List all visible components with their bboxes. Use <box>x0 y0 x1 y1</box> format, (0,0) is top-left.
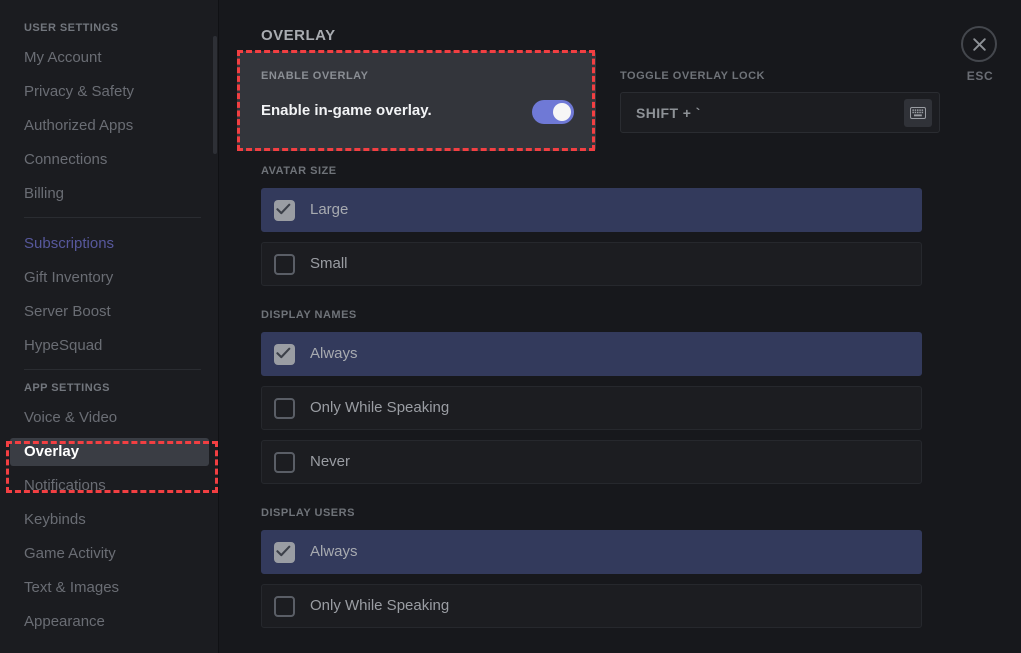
sidebar-item-connections[interactable]: Connections <box>10 146 209 174</box>
settings-sidebar: User Settings My Account Privacy & Safet… <box>0 0 219 653</box>
toggle-overlay-lock-field[interactable]: SHIFT + ` <box>620 92 940 133</box>
checkbox-unchecked-icon[interactable] <box>274 398 295 419</box>
option-avatar-size-small[interactable]: Small <box>261 242 922 286</box>
checkbox-checked-icon[interactable] <box>274 344 295 365</box>
sidebar-item-billing[interactable]: Billing <box>10 180 209 208</box>
enable-overlay-card: Enable Overlay Enable in-game overlay. <box>237 51 596 151</box>
sidebar-item-label: Game Activity <box>24 545 116 562</box>
sidebar-item-label: Privacy & Safety <box>24 83 135 100</box>
sidebar-section-user-settings: User Settings <box>24 22 119 34</box>
sidebar-item-label: Appearance <box>24 613 105 630</box>
option-label: Always <box>310 345 358 362</box>
sidebar-item-my-account[interactable]: My Account <box>10 44 209 72</box>
toggle-overlay-lock-label: Toggle Overlay Lock <box>620 70 765 82</box>
sidebar-item-label: Voice & Video <box>24 409 118 426</box>
group-label-display-names: Display Names <box>261 309 357 321</box>
option-display-names-never[interactable]: Never <box>261 440 922 484</box>
option-label: Always <box>310 543 358 560</box>
option-display-users-always[interactable]: Always <box>261 530 922 574</box>
sidebar-item-subscriptions[interactable]: Subscriptions <box>10 230 209 258</box>
sidebar-item-hypesquad[interactable]: HypeSquad <box>10 332 209 360</box>
sidebar-item-overlay[interactable]: Overlay <box>10 438 209 466</box>
group-label-display-users: Display Users <box>261 507 355 519</box>
option-label: Only While Speaking <box>310 597 450 614</box>
enable-overlay-label: Enable Overlay <box>261 70 369 82</box>
sidebar-item-label: Notifications <box>24 477 106 494</box>
sidebar-divider-1 <box>24 217 201 218</box>
option-display-names-only-while-speaking[interactable]: Only While Speaking <box>261 386 922 430</box>
sidebar-item-text-images[interactable]: Text & Images <box>10 574 209 602</box>
toggle-overlay-lock-section: Toggle Overlay Lock SHIFT + ` <box>620 51 940 151</box>
page-title: Overlay <box>261 27 336 44</box>
keybind-value: SHIFT + ` <box>636 105 701 121</box>
sidebar-item-label: Overlay <box>24 443 80 460</box>
sidebar-item-label: My Account <box>24 49 102 66</box>
sidebar-item-label: Text & Images <box>24 579 120 596</box>
sidebar-item-label: HypeSquad <box>24 337 103 354</box>
checkbox-checked-icon[interactable] <box>274 542 295 563</box>
sidebar-item-server-boost[interactable]: Server Boost <box>10 298 209 326</box>
option-label: Only While Speaking <box>310 399 450 416</box>
close-icon[interactable] <box>961 26 997 62</box>
checkbox-checked-icon[interactable] <box>274 200 295 221</box>
sidebar-item-label: Subscriptions <box>24 235 115 252</box>
sidebar-item-label: Billing <box>24 185 65 202</box>
sidebar-item-privacy-safety[interactable]: Privacy & Safety <box>10 78 209 106</box>
esc-label: ESC <box>966 69 994 83</box>
sidebar-item-label: Server Boost <box>24 303 111 320</box>
settings-main-panel: Overlay Enable Overlay Enable in-game ov… <box>219 0 1021 653</box>
sidebar-item-appearance[interactable]: Appearance <box>10 608 209 636</box>
option-avatar-size-large[interactable]: Large <box>261 188 922 232</box>
sidebar-item-label: Connections <box>24 151 108 168</box>
sidebar-item-label: Keybinds <box>24 511 86 528</box>
sidebar-divider-2 <box>24 369 201 370</box>
group-label-avatar-size: Avatar Size <box>261 165 337 177</box>
overlay-settings-scroll: Overlay Enable Overlay Enable in-game ov… <box>219 0 1021 653</box>
sidebar-item-label: Gift Inventory <box>24 269 114 286</box>
option-label: Never <box>310 453 351 470</box>
option-display-users-only-while-speaking[interactable]: Only While Speaking <box>261 584 922 628</box>
sidebar-item-voice-video[interactable]: Voice & Video <box>10 404 209 432</box>
sidebar-item-label: Authorized Apps <box>24 117 134 134</box>
checkbox-unchecked-icon[interactable] <box>274 254 295 275</box>
sidebar-item-keybinds[interactable]: Keybinds <box>10 506 209 534</box>
close-settings-control[interactable]: ESC <box>961 26 999 83</box>
sidebar-section-app-settings: App Settings <box>24 382 110 394</box>
settings-window: User Settings My Account Privacy & Safet… <box>0 0 1021 653</box>
checkbox-unchecked-icon[interactable] <box>274 596 295 617</box>
keyboard-icon[interactable] <box>904 99 932 127</box>
enable-overlay-description: Enable in-game overlay. <box>261 102 432 119</box>
option-label: Large <box>310 201 349 218</box>
enable-overlay-toggle[interactable] <box>532 100 574 124</box>
toggle-knob <box>553 103 571 121</box>
sidebar-item-gift-inventory[interactable]: Gift Inventory <box>10 264 209 292</box>
option-label: Small <box>310 255 348 272</box>
option-display-names-always[interactable]: Always <box>261 332 922 376</box>
checkbox-unchecked-icon[interactable] <box>274 452 295 473</box>
sidebar-item-notifications[interactable]: Notifications <box>10 472 209 500</box>
overlay-top-row: Enable Overlay Enable in-game overlay. T… <box>237 51 940 151</box>
sidebar-item-authorized-apps[interactable]: Authorized Apps <box>10 112 209 140</box>
sidebar-scrollbar-thumb[interactable] <box>213 36 217 154</box>
sidebar-item-game-activity[interactable]: Game Activity <box>10 540 209 568</box>
